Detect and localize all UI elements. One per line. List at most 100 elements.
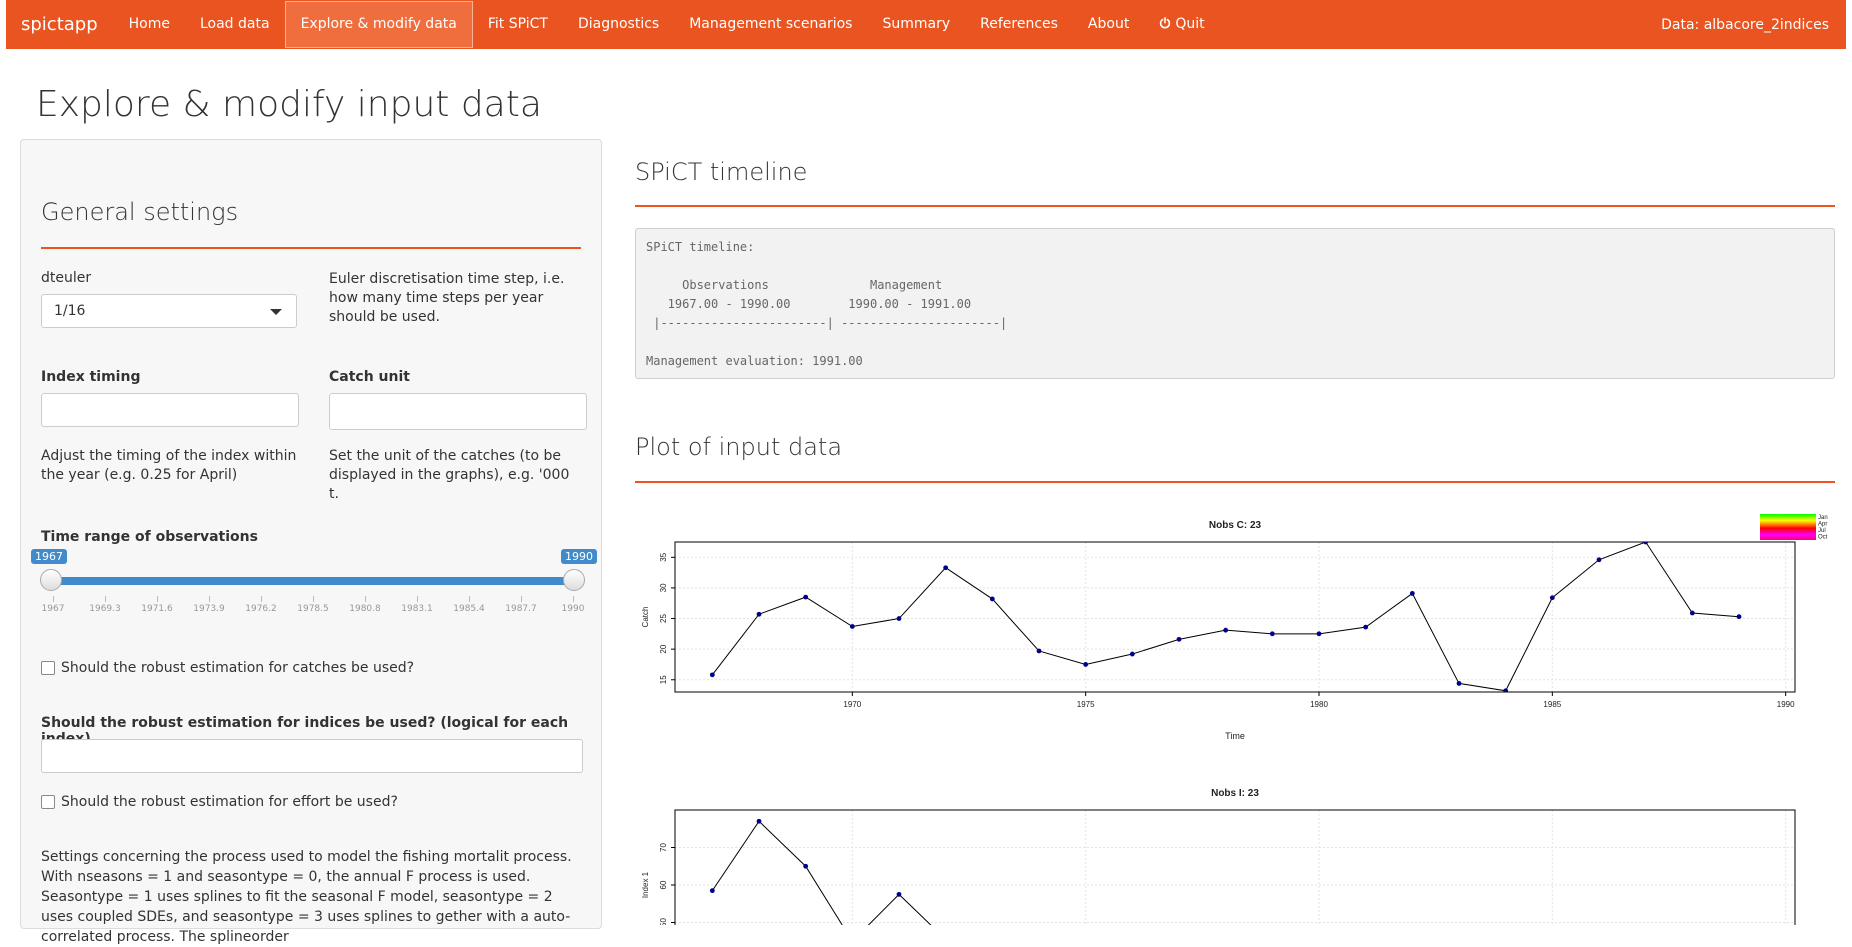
robust-catches-checkbox[interactable] bbox=[41, 661, 55, 675]
slider-tick-label: 1987.7 bbox=[505, 604, 537, 614]
slider-handle-to[interactable] bbox=[563, 569, 585, 591]
slider-to-label: 1990 bbox=[561, 549, 597, 564]
index-timing-help: Adjust the timing of the index within th… bbox=[41, 448, 297, 483]
series-line bbox=[711, 820, 932, 925]
nav-quit[interactable]: Quit bbox=[1144, 1, 1219, 48]
slider-tick bbox=[521, 596, 522, 602]
timeline-title: SPiCT timeline bbox=[635, 158, 808, 186]
legend-entry: Jul bbox=[1818, 528, 1826, 534]
data-point bbox=[1083, 662, 1089, 667]
time-range-slider-bar[interactable] bbox=[51, 577, 571, 585]
x-tick-label: 1980 bbox=[1310, 700, 1328, 709]
page-title: Explore & modify input data bbox=[36, 84, 542, 125]
nav-references[interactable]: References bbox=[965, 1, 1073, 48]
data-name-label: Data: albacore_2indices bbox=[1661, 16, 1829, 33]
robust-catches-row[interactable]: Should the robust estimation for catches… bbox=[41, 660, 414, 676]
y-axis-label: Index 1 bbox=[641, 871, 650, 898]
data-point bbox=[849, 624, 855, 629]
x-tick-label: 1990 bbox=[1777, 700, 1795, 709]
nav-about[interactable]: About bbox=[1073, 1, 1144, 48]
slider-tick-label: 1969.3 bbox=[89, 604, 121, 614]
nav-quit-label: Quit bbox=[1175, 16, 1205, 32]
robust-indices-input[interactable] bbox=[41, 739, 583, 773]
slider-tick bbox=[53, 596, 54, 602]
slider-tick-label: 1990 bbox=[561, 604, 585, 614]
data-point bbox=[1223, 627, 1229, 633]
y-axis-label: Catch bbox=[641, 607, 650, 628]
dteuler-help: Euler discretisation time step, i.e. how… bbox=[329, 271, 565, 325]
robust-effort-checkbox[interactable] bbox=[41, 795, 55, 809]
y-tick-label: 60 bbox=[659, 880, 668, 889]
slider-tick-label: 1983.1 bbox=[401, 604, 433, 614]
data-point bbox=[1643, 542, 1649, 545]
plot-section-rule bbox=[635, 481, 1835, 483]
slider-ticks: 1967 1969.3 1971.6 1973.9 1976.2 1978.5 1980.8… bbox=[41, 596, 584, 616]
data-point bbox=[803, 594, 809, 600]
y-tick-label: 70 bbox=[659, 843, 668, 852]
catch-unit-input[interactable] bbox=[329, 393, 587, 430]
chevron-down-icon bbox=[270, 309, 282, 315]
slider-from-label: 1967 bbox=[31, 549, 67, 564]
nav-load-data[interactable]: Load data bbox=[185, 1, 285, 48]
nav-home[interactable]: Home bbox=[114, 1, 185, 48]
data-point bbox=[1036, 648, 1042, 654]
nav-management-scenarios[interactable]: Management scenarios bbox=[674, 1, 867, 48]
robust-effort-row[interactable]: Should the robust estimation for effort … bbox=[41, 794, 398, 810]
legend-entry: Jan bbox=[1818, 515, 1828, 521]
slider-tick-label: 1967 bbox=[41, 604, 65, 614]
slider-tick bbox=[209, 596, 210, 602]
data-point bbox=[1549, 595, 1555, 601]
power-icon bbox=[1159, 1, 1171, 48]
slider-handle-from[interactable] bbox=[40, 569, 62, 591]
slider-tick bbox=[105, 596, 106, 602]
plot-frame bbox=[674, 541, 1796, 693]
slider-tick bbox=[157, 596, 158, 602]
data-point bbox=[1736, 614, 1742, 620]
dteuler-value: 1/16 bbox=[54, 303, 86, 319]
legend-color-ramp bbox=[1760, 514, 1816, 540]
data-point bbox=[803, 863, 809, 869]
process-settings-text: Settings concerning the process used to … bbox=[41, 849, 572, 945]
chart-title: Nobs C: 23 bbox=[1209, 520, 1262, 531]
slider-tick bbox=[365, 596, 366, 602]
robust-catches-label: Should the robust estimation for catches… bbox=[61, 660, 415, 676]
catch-unit-help: Set the unit of the catches (to be displ… bbox=[329, 448, 570, 502]
input-data-plot: Nobs C: 23 15 20 25 30 35 Catch 1970 1975 1980 198… bbox=[641, 514, 1828, 925]
timeline-rule bbox=[635, 205, 1835, 207]
slider-tick bbox=[417, 596, 418, 602]
data-point bbox=[1596, 557, 1602, 563]
nav-explore-modify-data[interactable]: Explore & modify data bbox=[284, 1, 473, 48]
data-point bbox=[756, 818, 762, 824]
y-tick-label: 15 bbox=[659, 675, 668, 684]
slider-tick-label: 1985.4 bbox=[453, 604, 485, 614]
nav-fit-spict[interactable]: Fit SPiCT bbox=[473, 1, 563, 48]
data-point bbox=[756, 611, 762, 617]
dteuler-label: dteuler bbox=[41, 270, 92, 286]
dteuler-select[interactable]: 1/16 bbox=[41, 294, 297, 328]
data-point bbox=[1689, 610, 1695, 616]
y-tick-label: 50 bbox=[659, 918, 668, 925]
sidebar-panel: General settings dteuler 1/16 Euler disc… bbox=[20, 139, 602, 945]
general-settings-rule bbox=[41, 247, 581, 249]
nav-summary[interactable]: Summary bbox=[867, 1, 965, 48]
data-point bbox=[1269, 631, 1275, 637]
data-point bbox=[709, 888, 715, 894]
y-tick-label: 20 bbox=[659, 644, 668, 653]
x-tick-label: 1970 bbox=[843, 700, 861, 709]
x-axis-label: Time bbox=[1225, 731, 1245, 741]
brand-link[interactable]: spictapp bbox=[6, 14, 114, 35]
slider-tick-label: 1978.5 bbox=[297, 604, 329, 614]
y-tick-label: 25 bbox=[659, 614, 668, 623]
plot-frame bbox=[674, 809, 1796, 925]
data-point bbox=[1363, 624, 1369, 630]
slider-tick bbox=[313, 596, 314, 602]
legend-entry: Oct bbox=[1818, 535, 1828, 541]
data-point bbox=[709, 672, 715, 678]
index-timing-input[interactable] bbox=[41, 393, 299, 427]
data-point bbox=[896, 616, 902, 621]
catch-unit-label: Catch unit bbox=[329, 369, 410, 385]
y-tick-label: 35 bbox=[659, 552, 668, 561]
series-line bbox=[711, 542, 1740, 692]
nav-diagnostics[interactable]: Diagnostics bbox=[563, 1, 674, 48]
data-point bbox=[943, 565, 949, 571]
